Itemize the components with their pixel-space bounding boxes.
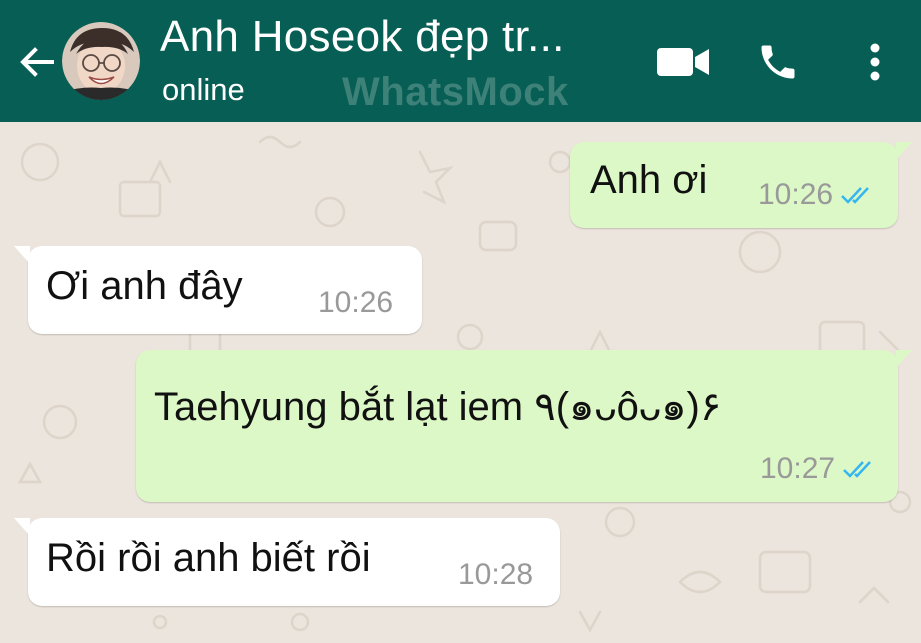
- message-text: Anh ơi: [590, 158, 708, 202]
- watermark-text: WhatsMock: [342, 70, 569, 114]
- double-check-read-icon: [841, 458, 875, 480]
- message-bubble-incoming[interactable]: Ơi anh đây 10:26: [14, 246, 422, 334]
- back-button[interactable]: [14, 40, 58, 84]
- more-vert-icon: [870, 43, 880, 81]
- contact-status: online: [162, 72, 245, 107]
- voice-call-button[interactable]: [752, 38, 804, 86]
- message-bubble-incoming[interactable]: Rồi rồi anh biết rồi 10:28: [14, 518, 560, 606]
- message-time: 10:26: [758, 178, 834, 211]
- message-meta: 10:26: [318, 286, 393, 320]
- message-time: 10:28: [458, 558, 534, 591]
- message-text: Rồi rồi anh biết rồi: [46, 536, 371, 580]
- more-options-button[interactable]: [856, 38, 894, 86]
- chat-screen: Anh Hoseok đẹp tr... online WhatsMock An…: [0, 0, 921, 643]
- message-meta: 10:28: [458, 558, 533, 592]
- avatar[interactable]: [62, 22, 140, 100]
- message-time: 10:27: [760, 452, 836, 485]
- message-text: Ơi anh đây: [46, 264, 243, 308]
- message-bubble-outgoing[interactable]: Anh ơi 10:26: [570, 142, 912, 228]
- message-list[interactable]: Anh ơi 10:26 Ơi anh đây 10:26 Taehyung b…: [0, 122, 921, 643]
- message-meta: 10:27: [760, 452, 875, 486]
- message-text: Taehyung bắt lạt iem ٩(๑ᴗôᴗ๑)۶: [154, 385, 722, 429]
- message-meta: 10:26: [758, 178, 873, 212]
- video-call-icon: [657, 48, 709, 76]
- chat-header: Anh Hoseok đẹp tr... online WhatsMock: [0, 0, 921, 122]
- back-arrow-icon: [20, 47, 54, 77]
- contact-name[interactable]: Anh Hoseok đẹp tr...: [160, 12, 565, 62]
- double-check-read-icon: [839, 184, 873, 206]
- message-bubble-outgoing[interactable]: Taehyung bắt lạt iem ٩(๑ᴗôᴗ๑)۶ 10:27: [136, 350, 912, 502]
- phone-icon: [761, 45, 795, 79]
- video-call-button[interactable]: [652, 38, 714, 86]
- message-time: 10:26: [318, 286, 394, 319]
